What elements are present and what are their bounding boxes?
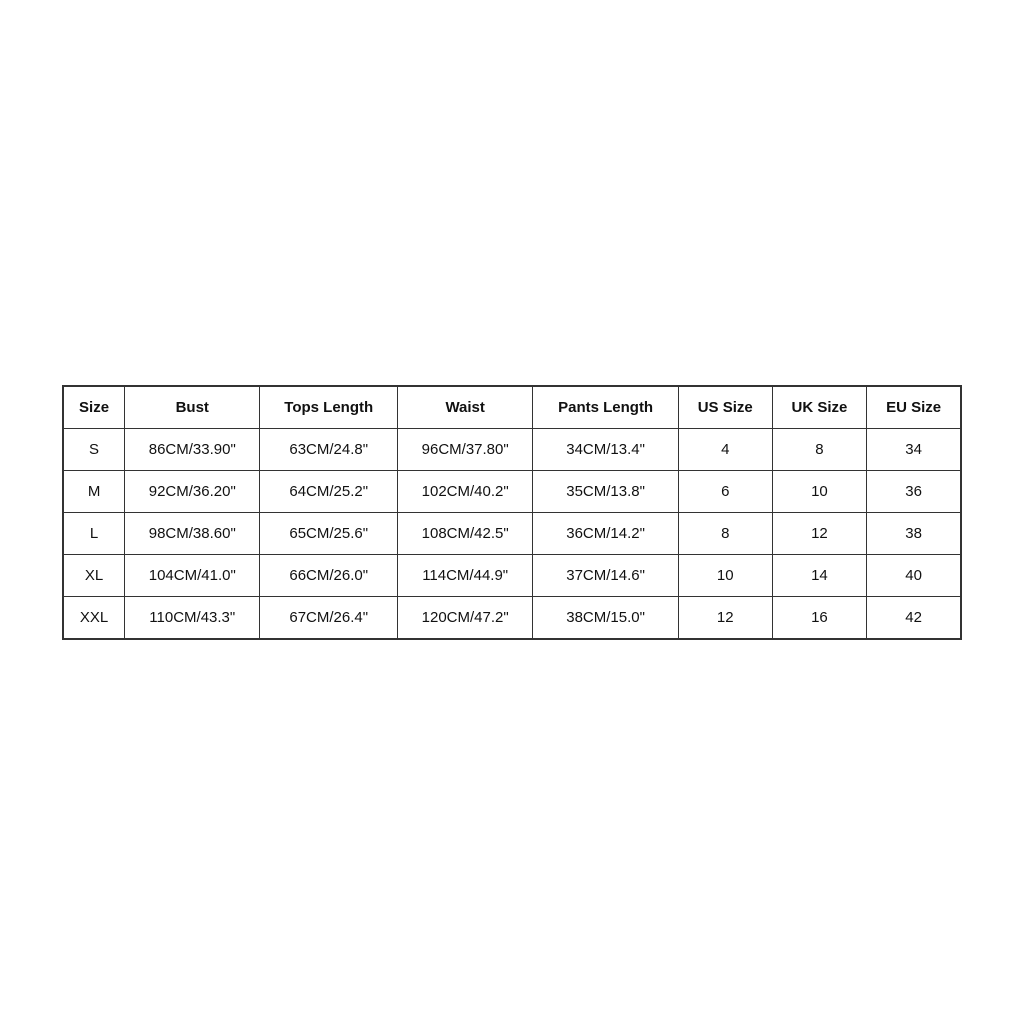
cell-us-size: 6 — [678, 470, 772, 512]
cell-eu-size: 36 — [867, 470, 961, 512]
cell-size: XXL — [64, 596, 125, 638]
col-header-bust: Bust — [125, 386, 260, 428]
cell-bust: 98CM/38.60" — [125, 512, 260, 554]
table-row: L98CM/38.60"65CM/25.6"108CM/42.5"36CM/14… — [64, 512, 961, 554]
cell-size: L — [64, 512, 125, 554]
cell-eu-size: 34 — [867, 428, 961, 470]
cell-uk-size: 14 — [772, 554, 867, 596]
cell-pants-length: 34CM/13.4" — [533, 428, 679, 470]
size-chart-container: Size Bust Tops Length Waist Pants Length… — [62, 385, 962, 640]
cell-uk-size: 12 — [772, 512, 867, 554]
table-row: XXL110CM/43.3"67CM/26.4"120CM/47.2"38CM/… — [64, 596, 961, 638]
cell-size: S — [64, 428, 125, 470]
cell-pants-length: 35CM/13.8" — [533, 470, 679, 512]
cell-bust: 110CM/43.3" — [125, 596, 260, 638]
cell-us-size: 10 — [678, 554, 772, 596]
cell-bust: 86CM/33.90" — [125, 428, 260, 470]
cell-pants-length: 36CM/14.2" — [533, 512, 679, 554]
cell-us-size: 4 — [678, 428, 772, 470]
cell-us-size: 8 — [678, 512, 772, 554]
cell-size: XL — [64, 554, 125, 596]
cell-waist: 102CM/40.2" — [398, 470, 533, 512]
cell-eu-size: 40 — [867, 554, 961, 596]
cell-uk-size: 16 — [772, 596, 867, 638]
cell-tops-length: 65CM/25.6" — [260, 512, 398, 554]
col-header-us-size: US Size — [678, 386, 772, 428]
table-row: S86CM/33.90"63CM/24.8"96CM/37.80"34CM/13… — [64, 428, 961, 470]
cell-tops-length: 63CM/24.8" — [260, 428, 398, 470]
cell-uk-size: 8 — [772, 428, 867, 470]
cell-waist: 114CM/44.9" — [398, 554, 533, 596]
table-row: XL104CM/41.0"66CM/26.0"114CM/44.9"37CM/1… — [64, 554, 961, 596]
col-header-waist: Waist — [398, 386, 533, 428]
col-header-eu-size: EU Size — [867, 386, 961, 428]
cell-pants-length: 37CM/14.6" — [533, 554, 679, 596]
cell-tops-length: 64CM/25.2" — [260, 470, 398, 512]
table-header-row: Size Bust Tops Length Waist Pants Length… — [64, 386, 961, 428]
col-header-pants-length: Pants Length — [533, 386, 679, 428]
col-header-tops-length: Tops Length — [260, 386, 398, 428]
cell-bust: 92CM/36.20" — [125, 470, 260, 512]
cell-size: M — [64, 470, 125, 512]
cell-pants-length: 38CM/15.0" — [533, 596, 679, 638]
cell-waist: 120CM/47.2" — [398, 596, 533, 638]
cell-eu-size: 38 — [867, 512, 961, 554]
cell-waist: 108CM/42.5" — [398, 512, 533, 554]
size-chart-table: Size Bust Tops Length Waist Pants Length… — [63, 386, 961, 639]
cell-waist: 96CM/37.80" — [398, 428, 533, 470]
cell-uk-size: 10 — [772, 470, 867, 512]
cell-tops-length: 67CM/26.4" — [260, 596, 398, 638]
table-row: M92CM/36.20"64CM/25.2"102CM/40.2"35CM/13… — [64, 470, 961, 512]
col-header-uk-size: UK Size — [772, 386, 867, 428]
cell-tops-length: 66CM/26.0" — [260, 554, 398, 596]
cell-eu-size: 42 — [867, 596, 961, 638]
col-header-size: Size — [64, 386, 125, 428]
cell-us-size: 12 — [678, 596, 772, 638]
cell-bust: 104CM/41.0" — [125, 554, 260, 596]
